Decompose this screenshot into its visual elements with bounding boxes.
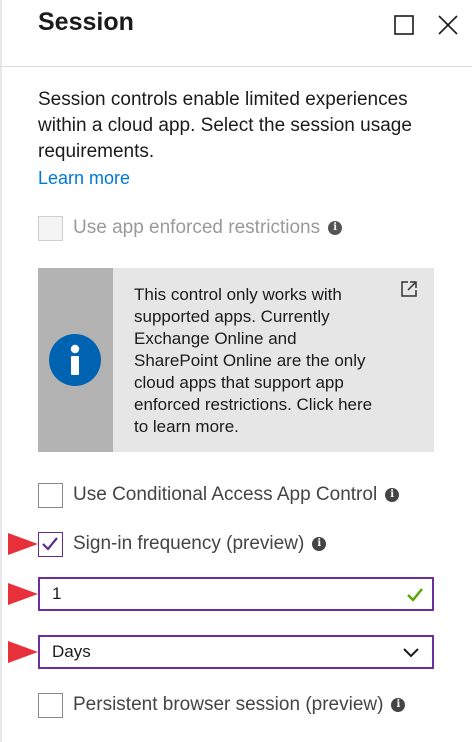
- info-icon[interactable]: i: [312, 537, 327, 551]
- blade-header: Session: [0, 0, 472, 67]
- app-enforced-option: Use app enforced restrictions i: [38, 215, 343, 241]
- signin-frequency-checkbox[interactable]: [38, 531, 63, 557]
- frequency-value-input[interactable]: [52, 584, 382, 604]
- session-blade: Session Session controls enable limited …: [0, 0, 472, 742]
- info-icon[interactable]: i: [328, 221, 343, 235]
- signin-frequency-option[interactable]: Sign-in frequency (preview) i: [38, 531, 327, 557]
- learn-more-link[interactable]: Learn more: [38, 168, 130, 189]
- checkmark-icon: [407, 588, 423, 602]
- info-icon[interactable]: i: [391, 698, 406, 712]
- persistent-browser-checkbox[interactable]: [38, 692, 63, 718]
- close-button[interactable]: [436, 13, 460, 37]
- chevron-down-icon: [403, 648, 419, 658]
- frequency-unit-selected: Days: [52, 642, 91, 661]
- blade-title: Session: [38, 8, 134, 36]
- arrow-right-icon: [8, 533, 38, 555]
- info-box-text: This control only works with supported a…: [134, 285, 373, 436]
- frequency-value-field[interactable]: [38, 577, 434, 611]
- checkmark-icon: [42, 536, 58, 551]
- external-link-icon[interactable]: [400, 280, 418, 298]
- conditional-access-label: Use Conditional Access App Control: [73, 484, 378, 505]
- info-icon[interactable]: i: [385, 488, 400, 502]
- persistent-browser-option[interactable]: Persistent browser session (preview) i: [38, 692, 406, 718]
- frequency-unit-dropdown[interactable]: Days: [38, 635, 434, 669]
- persistent-browser-label: Persistent browser session (preview): [73, 694, 384, 715]
- signin-frequency-label: Sign-in frequency (preview): [73, 533, 305, 554]
- conditional-access-checkbox[interactable]: [38, 482, 63, 508]
- blade-left-edge: [0, 0, 2, 742]
- app-enforced-checkbox: [38, 215, 63, 241]
- info-icon: [49, 334, 101, 386]
- maximize-button[interactable]: [392, 13, 416, 37]
- close-icon: [438, 15, 458, 35]
- conditional-access-option[interactable]: Use Conditional Access App Control i: [38, 482, 400, 508]
- session-description: Session controls enable limited experien…: [38, 89, 412, 162]
- arrow-right-icon: [8, 583, 38, 605]
- info-box-icon-panel: [38, 268, 113, 452]
- app-enforced-info-box[interactable]: This control only works with supported a…: [38, 268, 434, 452]
- app-enforced-label: Use app enforced restrictions: [73, 217, 321, 238]
- maximize-icon: [394, 15, 414, 35]
- arrow-right-icon: [8, 641, 38, 663]
